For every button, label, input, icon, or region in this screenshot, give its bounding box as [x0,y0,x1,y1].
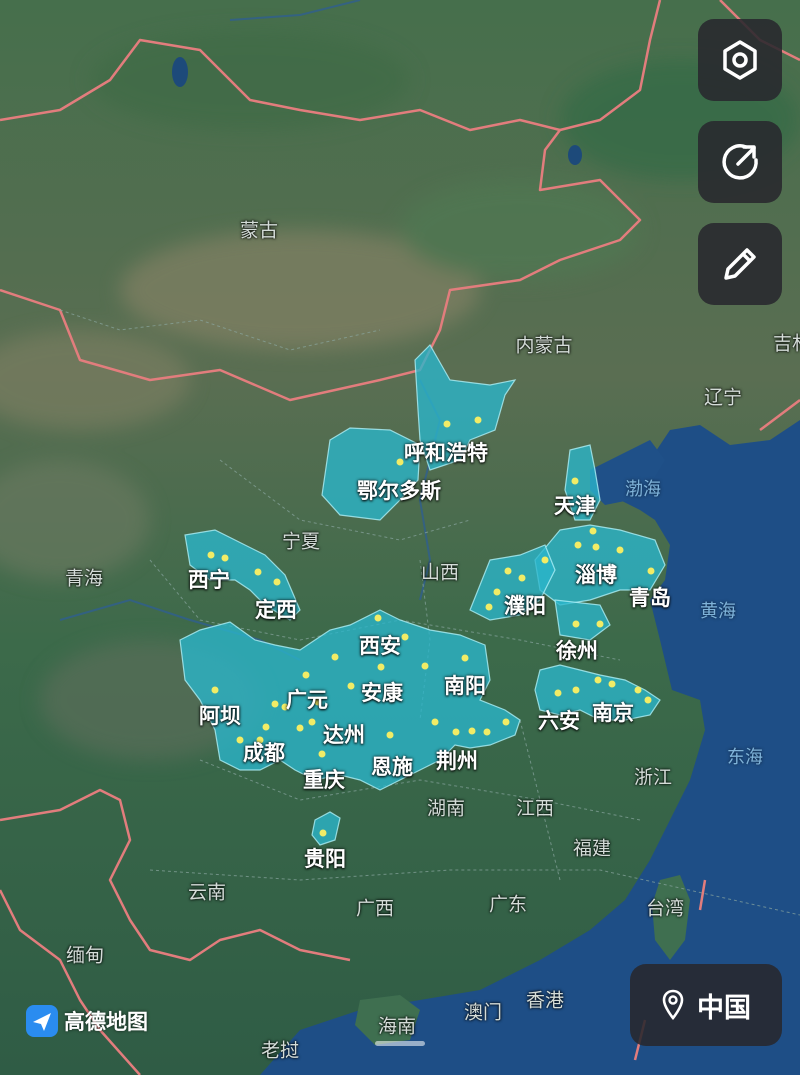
edit-button[interactable] [698,223,782,305]
location-pin-icon [662,989,684,1021]
lake [172,57,188,87]
share-button[interactable] [698,121,782,203]
lake [568,145,582,165]
map-canvas[interactable] [0,0,800,1075]
amap-logo: 高德地图 [26,1005,148,1037]
home-indicator [375,1041,425,1046]
location-button[interactable]: 中国 [630,964,782,1046]
pencil-icon [724,248,756,280]
location-label: 中国 [697,992,751,1024]
amap-logo-text: 高德地图 [64,1010,148,1034]
amap-logo-icon [26,1005,58,1037]
share-arrow-icon [722,144,758,180]
layers-button[interactable] [698,19,782,101]
map-view[interactable]: 蒙古 内蒙古 吉林 辽宁 宁夏 青海 山西 浙江 湖南 江西 福建 云南 广西 … [0,0,800,1075]
hexagon-settings-icon [723,40,757,80]
